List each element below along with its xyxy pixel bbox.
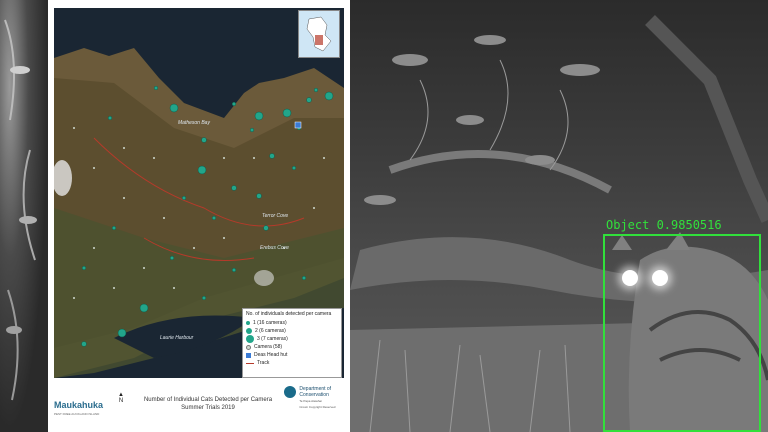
large-circle-icon [246, 335, 254, 343]
maukahuka-logo: Maukahuka [54, 400, 104, 410]
legend-item-label: 2 (6 cameras) [255, 328, 286, 334]
track-line-icon [246, 362, 254, 364]
map-legend: No. of individuals detected per camera 1… [242, 308, 342, 378]
legend-camera-label: Camera (58) [254, 344, 283, 350]
doc-logo: Department of Conservation Te Papa Atawh… [284, 386, 348, 410]
legend-track-label: Track [257, 360, 270, 366]
small-circle-icon [246, 321, 250, 325]
location-inset-map [298, 10, 340, 58]
legend-track: Track [246, 359, 338, 367]
hut-icon [246, 352, 251, 358]
composite-image: Matheson Bay Terror Cove Erebus Cove Lau… [0, 0, 768, 432]
doc-maori-name: Te Papa Atawhai [299, 399, 322, 403]
map-title-line2: Summer Trials 2019 [181, 405, 235, 411]
place-label-terror-cove: Terror Cove [262, 213, 289, 219]
doc-emblem-icon [284, 386, 296, 398]
legend-item-2: 2 (6 cameras) [246, 327, 338, 335]
legend-title: No. of individuals detected per camera [246, 311, 332, 317]
north-arrow-icon: ▲ N [114, 392, 128, 404]
place-label-laurie-harbour: Laurie Harbour [160, 335, 194, 341]
camera-dot-icon [246, 344, 251, 350]
legend-item-label: 1 (16 cameras) [253, 320, 287, 326]
legend-item-1: 1 (16 cameras) [246, 319, 338, 327]
map-title: Number of Individual Cats Detected per C… [138, 396, 278, 412]
night-foliage-left [0, 0, 48, 432]
medium-circle-icon [246, 328, 252, 334]
doc-credit: Crown Copyright Reserved [299, 405, 336, 409]
detection-label: Object 0.9850516 [606, 218, 722, 232]
place-label-matheson-bay: Matheson Bay [178, 120, 210, 126]
map-title-line1: Number of Individual Cats Detected per C… [143, 397, 273, 403]
inset-island-shape [306, 16, 332, 52]
fern-silhouettes [4, 19, 37, 401]
map-footer: Maukahuka PEST FREE AUCKLAND ISLAND ▲ N … [48, 380, 350, 432]
map-poster: Matheson Bay Terror Cove Erebus Cove Lau… [48, 0, 350, 432]
detection-bounding-box [603, 234, 761, 432]
legend-camera: Camera (58) [246, 343, 338, 351]
legend-hut-label: Deas Head hut [254, 352, 288, 358]
legend-item-3: 3 (7 cameras) [246, 335, 338, 343]
legend-hut: Deas Head hut [246, 351, 338, 359]
logo-subtitle: PEST FREE AUCKLAND ISLAND [54, 412, 100, 416]
doc-name: Department of Conservation [299, 386, 332, 398]
legend-item-label: 3 (7 cameras) [257, 336, 288, 342]
satellite-map: Matheson Bay Terror Cove Erebus Cove Lau… [54, 8, 344, 378]
north-label: N [118, 398, 124, 404]
place-label-erebus-cove: Erebus Cove [260, 245, 289, 251]
